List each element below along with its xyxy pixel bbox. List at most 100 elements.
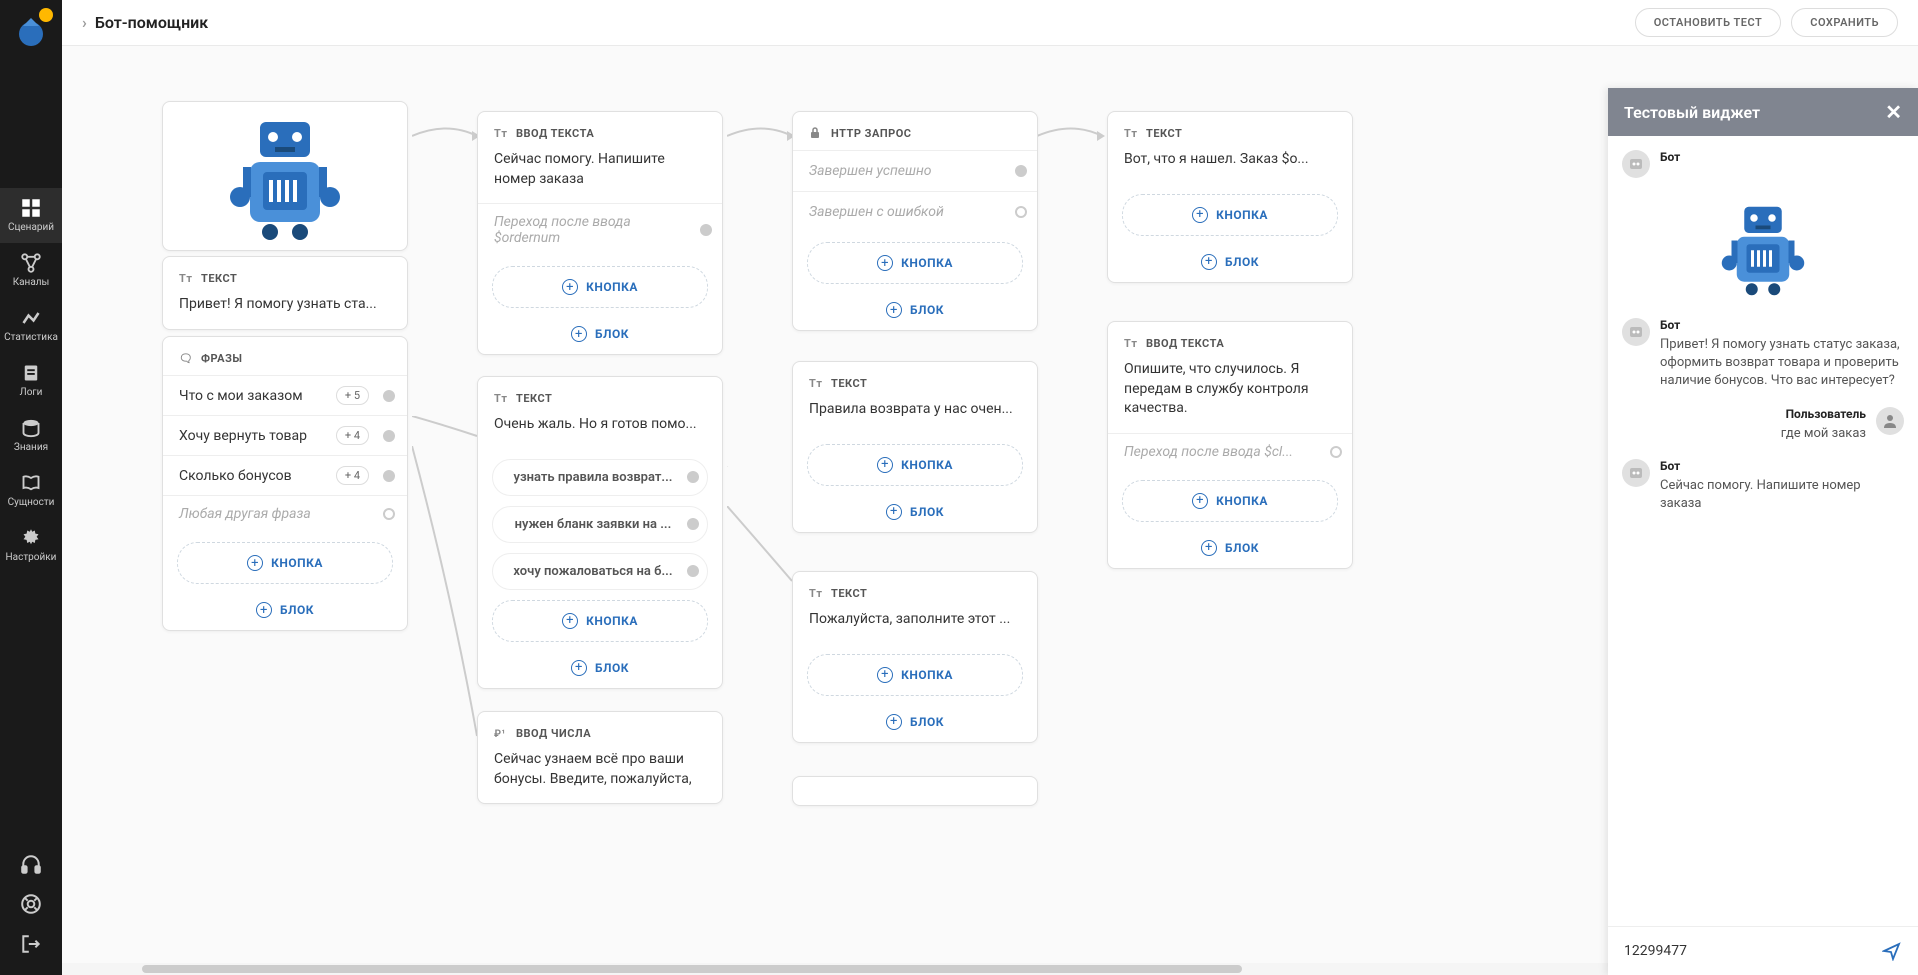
output-port[interactable] — [700, 224, 712, 236]
text-node-greeting[interactable]: TтТЕКСТ Привет! Я помогу узнать ста... — [162, 256, 408, 330]
output-port[interactable] — [1015, 206, 1027, 218]
add-block[interactable]: +БЛОК — [478, 314, 722, 354]
chat-header: Тестовый виджет ✕ — [1608, 88, 1918, 136]
logo[interactable] — [13, 12, 49, 48]
chat-input[interactable] — [1624, 943, 1870, 959]
text-icon: Tт — [494, 126, 508, 140]
user-avatar-icon — [1876, 407, 1904, 435]
text-icon: Tт — [494, 391, 508, 405]
add-button[interactable]: +КНОПКА — [1122, 480, 1338, 522]
output-port[interactable] — [383, 508, 395, 520]
add-block[interactable]: +БЛОК — [793, 492, 1037, 532]
add-block[interactable]: +БЛОК — [793, 702, 1037, 742]
robot-image-node[interactable] — [162, 101, 408, 251]
chat-message-user: Пользовательгде мой заказ — [1622, 407, 1904, 443]
stop-test-button[interactable]: ОСТАНОВИТЬ ТЕСТ — [1635, 8, 1782, 37]
plus-icon: + — [1201, 254, 1217, 270]
output-port[interactable] — [1330, 446, 1342, 458]
text-node-rules[interactable]: TтТЕКСТ Правила возврата у нас очен... +… — [792, 361, 1038, 533]
nav-logs[interactable]: Логи — [0, 353, 62, 408]
add-block[interactable]: +БЛОК — [163, 590, 407, 630]
output-port[interactable] — [383, 390, 395, 402]
add-button[interactable]: +КНОПКА — [807, 654, 1023, 696]
phrase-row-any[interactable]: Любая другая фраза — [163, 495, 407, 532]
output-port[interactable] — [687, 565, 699, 577]
phrases-node[interactable]: 🗨ФРАЗЫ Что с мои заказом+ 5 Хочу вернуть… — [162, 336, 408, 631]
add-block[interactable]: +БЛОК — [1108, 242, 1352, 282]
book-icon — [21, 363, 41, 383]
gear-icon — [21, 528, 41, 548]
plus-icon: + — [1201, 540, 1217, 556]
text-icon: Tт — [809, 586, 823, 600]
output-port[interactable] — [383, 470, 395, 482]
chevron-right-icon: › — [82, 13, 87, 32]
phrase-row[interactable]: Что с мои заказом+ 5 — [163, 375, 407, 415]
status-success[interactable]: Завершен успешно — [793, 150, 1037, 191]
plus-icon: + — [247, 555, 263, 571]
bot-avatar-icon — [1622, 150, 1650, 178]
phrase-row[interactable]: Сколько бонусов+ 4 — [163, 455, 407, 495]
text-node-result[interactable]: TтТЕКСТ Вот, что я нашел. Заказ $o... +К… — [1107, 111, 1353, 283]
lifering-icon[interactable] — [20, 893, 42, 915]
number-input-node[interactable]: ₽¹ВВОД ЧИСЛА Сейчас узнаем всё про ваши … — [477, 711, 723, 804]
nav-scenario[interactable]: Сценарий — [0, 188, 62, 243]
add-button[interactable]: +КНОПКА — [807, 242, 1023, 284]
add-button[interactable]: +КНОПКА — [1122, 194, 1338, 236]
db-icon — [21, 418, 41, 438]
transition-row[interactable]: Переход после ввода $ordernum — [478, 203, 722, 256]
option-row[interactable]: узнать правила возврат... — [492, 459, 708, 496]
text-node-form[interactable]: TтТЕКСТ Пожалуйста, заполните этот ... +… — [792, 571, 1038, 743]
add-block[interactable]: +БЛОК — [1108, 528, 1352, 568]
text-icon: Tт — [809, 376, 823, 390]
output-port[interactable] — [1015, 165, 1027, 177]
nav-knowledge[interactable]: Знания — [0, 408, 62, 463]
output-port[interactable] — [687, 518, 699, 530]
add-button[interactable]: +КНОПКА — [492, 266, 708, 308]
add-block[interactable]: +БЛОК — [793, 290, 1037, 330]
save-button[interactable]: СОХРАНИТЬ — [1791, 8, 1898, 37]
headphones-icon[interactable] — [20, 853, 42, 875]
plus-icon: + — [886, 302, 902, 318]
send-icon[interactable] — [1882, 941, 1902, 961]
text-node-options[interactable]: TтТЕКСТ Очень жаль. Но я готов помо... у… — [477, 376, 723, 689]
status-error[interactable]: Завершен с ошибкой — [793, 191, 1037, 232]
header: › Бот-помощник ОСТАНОВИТЬ ТЕСТ СОХРАНИТЬ — [62, 0, 1918, 46]
plus-icon: + — [1192, 207, 1208, 223]
scroll-thumb[interactable] — [142, 965, 1242, 973]
http-node[interactable]: HTTP ЗАПРОС Завершен успешно Завершен с … — [792, 111, 1038, 331]
option-row[interactable]: хочу пожаловаться на б... — [492, 553, 708, 590]
output-port[interactable] — [687, 471, 699, 483]
breadcrumb: › Бот-помощник — [82, 13, 208, 32]
text-icon: Tт — [1124, 126, 1138, 140]
add-block[interactable]: +БЛОК — [478, 648, 722, 688]
collapsed-node[interactable] — [792, 776, 1038, 806]
add-button[interactable]: +КНОПКА — [177, 542, 393, 584]
option-row[interactable]: нужен бланк заявки на ... — [492, 506, 708, 543]
add-button[interactable]: +КНОПКА — [807, 444, 1023, 486]
text-input-feedback[interactable]: TтВВОД ТЕКСТА Опишите, что случилось. Я … — [1107, 321, 1353, 569]
plus-icon: + — [562, 279, 578, 295]
plus-icon: + — [886, 714, 902, 730]
nodes-icon — [21, 253, 41, 273]
nav-settings[interactable]: Настройки — [0, 518, 62, 573]
nav-entities[interactable]: Сущности — [0, 463, 62, 518]
nav-channels[interactable]: Каналы — [0, 243, 62, 298]
nav-label: Настройки — [6, 552, 57, 563]
transition-row[interactable]: Переход после ввода $cl... — [1108, 433, 1352, 470]
text-input-node[interactable]: TтВВОД ТЕКСТА Сейчас помогу. Напишите но… — [477, 111, 723, 355]
bot-image — [1703, 198, 1823, 298]
output-port[interactable] — [383, 430, 395, 442]
plus-icon: + — [877, 457, 893, 473]
close-icon[interactable]: ✕ — [1885, 102, 1902, 122]
phrase-row[interactable]: Хочу вернуть товар+ 4 — [163, 415, 407, 455]
plus-icon: + — [562, 613, 578, 629]
plus-icon: + — [571, 326, 587, 342]
nav-label: Каналы — [13, 277, 50, 288]
plus-icon: + — [877, 667, 893, 683]
add-button[interactable]: +КНОПКА — [492, 600, 708, 642]
logout-icon[interactable] — [20, 933, 42, 955]
nav-stats[interactable]: Статистика — [0, 298, 62, 353]
plus-icon: + — [1192, 493, 1208, 509]
grid-icon — [21, 198, 41, 218]
sidebar: Сценарий Каналы Статистика Логи Знания С… — [0, 0, 62, 975]
